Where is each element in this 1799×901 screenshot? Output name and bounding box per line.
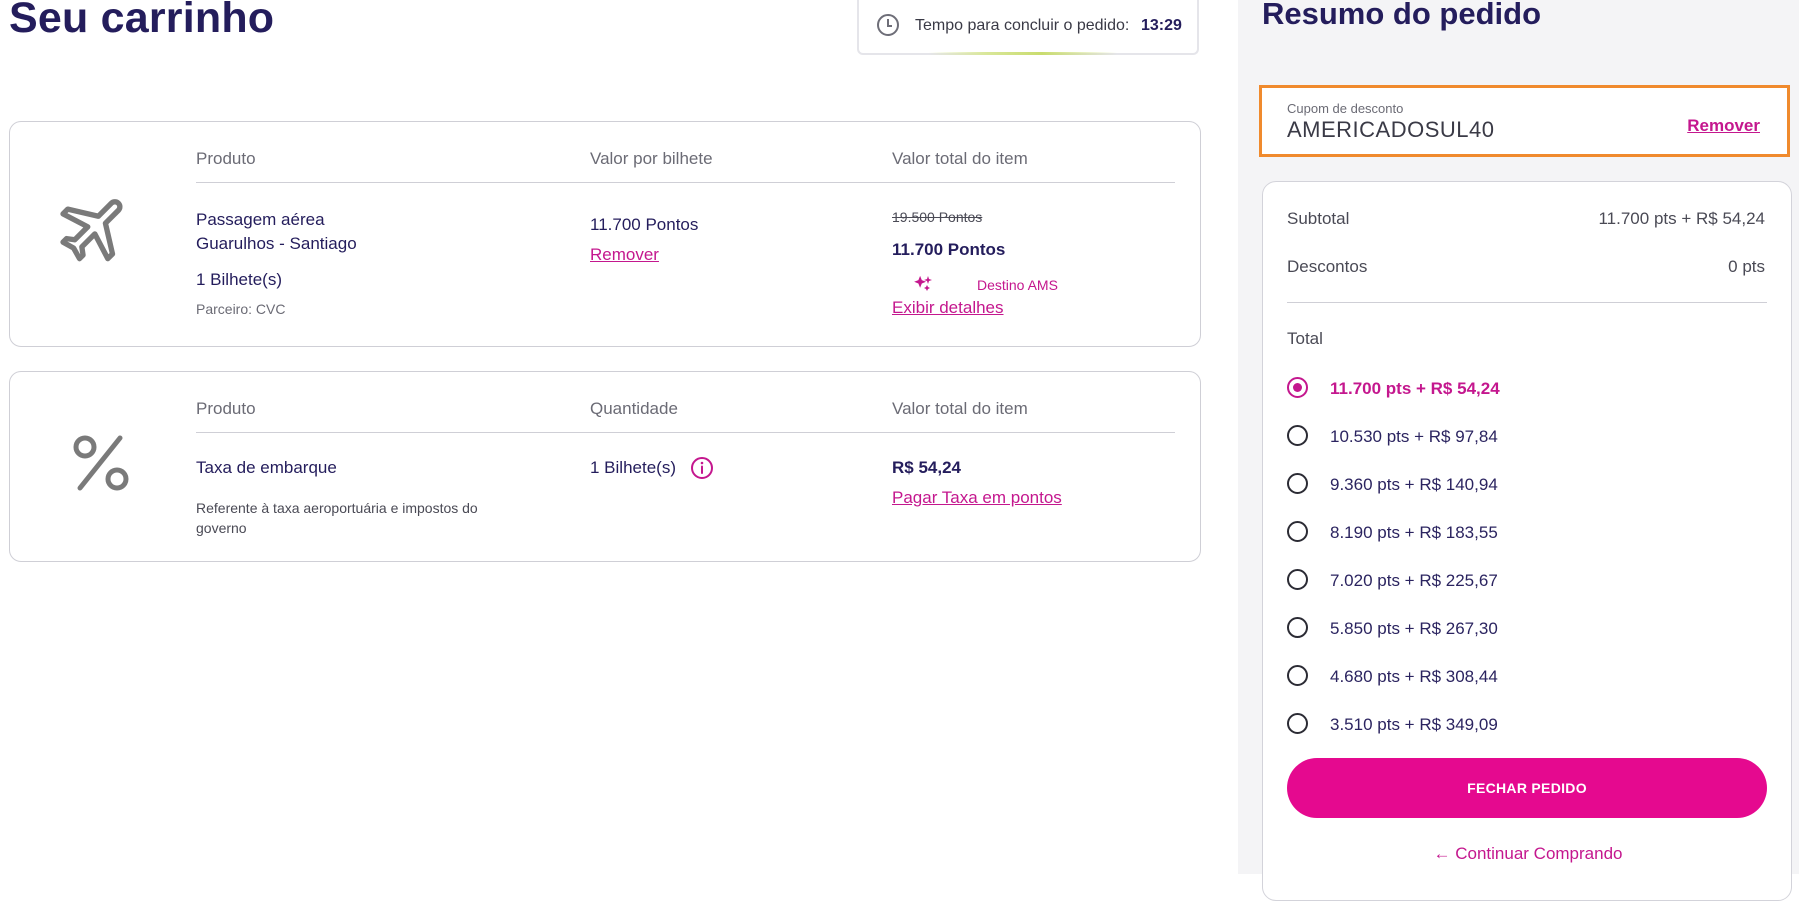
payment-option[interactable]: 8.190 pts + R$ 183,55 xyxy=(1287,518,1767,548)
radio-button[interactable] xyxy=(1287,713,1308,734)
summary-title: Resumo do pedido xyxy=(1262,0,1541,31)
tax-quantity: 1 Bilhete(s) xyxy=(590,458,676,477)
header-item-total: Valor total do item xyxy=(892,149,1028,168)
summary-divider xyxy=(1287,302,1767,303)
continue-shopping-label: Continuar Comprando xyxy=(1455,844,1623,863)
payment-option-label: 4.680 pts + R$ 308,44 xyxy=(1330,667,1498,686)
promo-label: Destino AMS xyxy=(977,277,1058,293)
coupon-label: Cupom de desconto xyxy=(1287,101,1404,116)
radio-button[interactable] xyxy=(1287,377,1308,398)
tax-description-line1: Referente à taxa aeroportuária e imposto… xyxy=(196,500,478,516)
partner-label: Parceiro: CVC xyxy=(196,301,286,317)
airplane-icon xyxy=(60,199,123,262)
discount-label: Descontos xyxy=(1287,257,1368,276)
payment-option[interactable]: 5.850 pts + R$ 267,30 xyxy=(1287,614,1767,644)
payment-option[interactable]: 3.510 pts + R$ 349,09 xyxy=(1287,710,1767,740)
header-divider xyxy=(196,182,1175,183)
item-total: 11.700 Pontos xyxy=(892,240,1006,259)
payment-option-label: 5.850 pts + R$ 267,30 xyxy=(1330,619,1498,638)
page-title: Seu carrinho xyxy=(9,0,275,42)
total-label: Total xyxy=(1287,329,1323,348)
summary-card: Subtotal 11.700 pts + R$ 54,24 Descontos… xyxy=(1262,181,1792,901)
sparkle-icon xyxy=(914,275,932,291)
payment-option-label: 11.700 pts + R$ 54,24 xyxy=(1330,379,1500,398)
clock-icon xyxy=(877,14,899,36)
header-item-total: Valor total do item xyxy=(892,399,1028,418)
payment-option-label: 8.190 pts + R$ 183,55 xyxy=(1330,523,1498,542)
header-product: Produto xyxy=(196,399,256,418)
tax-total: R$ 54,24 xyxy=(892,458,961,477)
percent-icon xyxy=(73,435,129,491)
payment-option[interactable]: 4.680 pts + R$ 308,44 xyxy=(1287,662,1767,692)
subtotal-label: Subtotal xyxy=(1287,209,1350,228)
radio-button[interactable] xyxy=(1287,521,1308,542)
remove-coupon-link[interactable]: Remover xyxy=(1687,116,1760,136)
coupon-code: AMERICADOSUL40 xyxy=(1287,117,1495,142)
old-total: 19.500 Pontos xyxy=(892,209,983,225)
header-quantity: Quantidade xyxy=(590,399,678,418)
timer-label: Tempo para concluir o pedido: xyxy=(915,17,1130,34)
payment-option-label: 9.360 pts + R$ 140,94 xyxy=(1330,475,1498,494)
discount-value: 0 pts xyxy=(1728,257,1765,276)
timer-value: 13:29 xyxy=(1141,17,1182,34)
radio-button[interactable] xyxy=(1287,425,1308,446)
pay-tax-points-link[interactable]: Pagar Taxa em pontos xyxy=(892,488,1062,508)
radio-button[interactable] xyxy=(1287,569,1308,590)
product-name: Passagem aérea xyxy=(196,210,325,229)
payment-option-label: 3.510 pts + R$ 349,09 xyxy=(1330,715,1498,734)
arrow-left-icon: ← xyxy=(1433,844,1456,863)
header-unit-value: Valor por bilhete xyxy=(590,149,713,168)
checkout-timer: Tempo para concluir o pedido: 13:29 xyxy=(857,0,1199,55)
coupon-box: Cupom de desconto AMERICADOSUL40 Remover xyxy=(1259,85,1790,157)
details-link[interactable]: Exibir detalhes xyxy=(892,298,1004,318)
product-route: Guarulhos - Santiago xyxy=(196,234,357,253)
header-divider xyxy=(196,432,1175,433)
payment-option[interactable]: 11.700 pts + R$ 54,24 xyxy=(1287,374,1767,404)
payment-option[interactable]: 10.530 pts + R$ 97,84 xyxy=(1287,422,1767,452)
tax-name: Taxa de embarque xyxy=(196,458,337,477)
header-product: Produto xyxy=(196,149,256,168)
info-icon[interactable] xyxy=(690,456,714,480)
remove-item-link[interactable]: Remover xyxy=(590,245,659,265)
payment-option[interactable]: 9.360 pts + R$ 140,94 xyxy=(1287,470,1767,500)
ticket-count: 1 Bilhete(s) xyxy=(196,270,282,289)
timer-progress-bar xyxy=(929,52,1117,55)
checkout-button[interactable]: FECHAR PEDIDO xyxy=(1287,758,1767,818)
cart-item-tax: Produto Quantidade Valor total do item T… xyxy=(9,371,1201,562)
radio-button[interactable] xyxy=(1287,473,1308,494)
payment-option-label: 7.020 pts + R$ 225,67 xyxy=(1330,571,1498,590)
subtotal-value: 11.700 pts + R$ 54,24 xyxy=(1598,209,1765,228)
tax-description-line2: governo xyxy=(196,520,247,536)
radio-button[interactable] xyxy=(1287,617,1308,638)
unit-value: 11.700 Pontos xyxy=(590,215,699,234)
payment-option-label: 10.530 pts + R$ 97,84 xyxy=(1330,427,1498,446)
continue-shopping-link[interactable]: ← Continuar Comprando xyxy=(1263,844,1793,864)
radio-button[interactable] xyxy=(1287,665,1308,686)
cart-item-flight: Produto Valor por bilhete Valor total do… xyxy=(9,121,1201,347)
payment-option[interactable]: 7.020 pts + R$ 225,67 xyxy=(1287,566,1767,596)
